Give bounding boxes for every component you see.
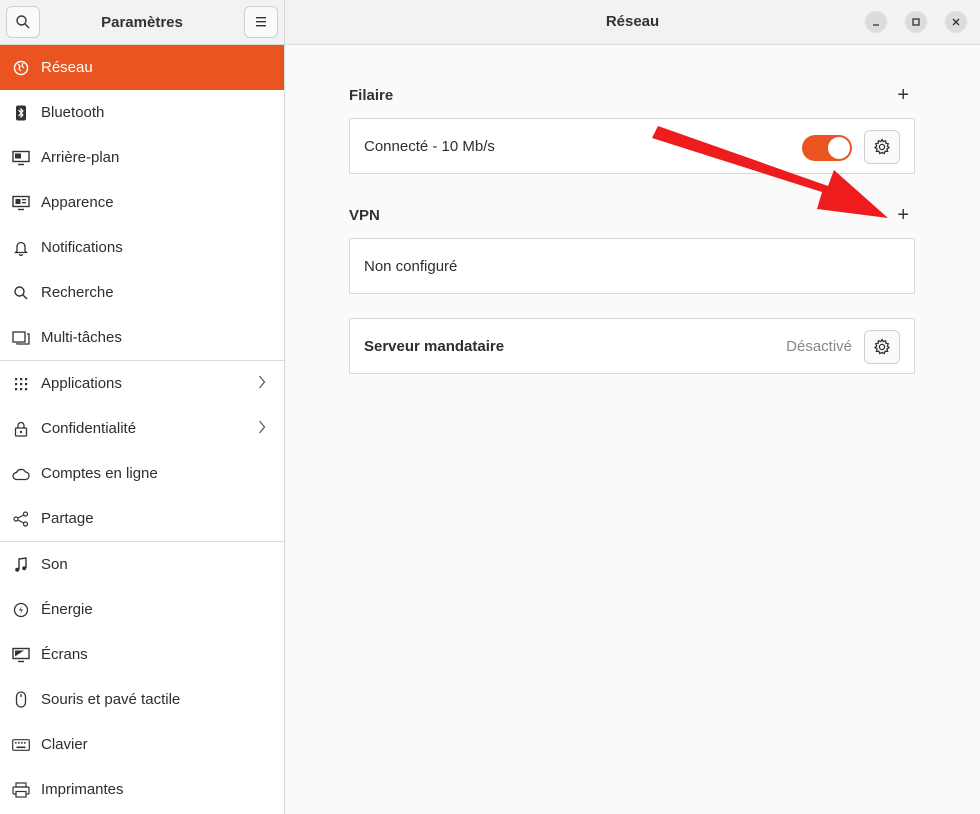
bell-icon: [12, 239, 30, 257]
sidebar-item-label: Arrière-plan: [41, 149, 120, 166]
sidebar-item-label: Écrans: [41, 646, 88, 663]
gear-icon: [873, 338, 891, 355]
proxy-status: Désactivé: [786, 338, 852, 355]
sidebar-item-label: Imprimantes: [41, 781, 124, 798]
hamburger-icon: [255, 17, 266, 27]
add-vpn-button[interactable]: +: [897, 205, 909, 225]
sidebar-item-apparence[interactable]: Apparence: [0, 180, 284, 225]
sidebar-item-label: Applications: [41, 375, 122, 392]
sidebar-item-label: Clavier: [41, 736, 88, 753]
monitor-icon: [12, 149, 30, 167]
wired-connection-label: Connecté - 10 Mb/s: [364, 137, 495, 155]
sidebar-item-confidentialite[interactable]: Confidentialité: [0, 406, 284, 451]
sidebar-item-label: Notifications: [41, 239, 123, 256]
minimize-icon: [873, 24, 879, 26]
sidebar-item-label: Comptes en ligne: [41, 465, 158, 482]
sidebar-item-label: Multi-tâches: [41, 329, 122, 346]
appearance-icon: [12, 194, 30, 212]
sidebar-item-multi-taches[interactable]: Multi-tâches: [0, 315, 284, 360]
minimize-button[interactable]: [865, 11, 887, 33]
sidebar-item-label: Bluetooth: [41, 104, 105, 121]
printer-icon: [12, 781, 30, 799]
vpn-row: Non configuré: [349, 238, 915, 294]
sidebar-item-son[interactable]: Son: [0, 542, 284, 587]
sidebar-item-label: Confidentialité: [41, 420, 137, 437]
sidebar-item-applications[interactable]: Applications: [0, 361, 284, 406]
close-button[interactable]: [945, 11, 967, 33]
sidebar-item-ecrans[interactable]: Écrans: [0, 632, 284, 677]
sidebar-item-bluetooth[interactable]: Bluetooth: [0, 90, 284, 135]
vpn-status-label: Non configuré: [364, 257, 458, 275]
power-icon: [12, 601, 30, 619]
maximize-button[interactable]: [905, 11, 927, 33]
sidebar-item-souris[interactable]: Souris et pavé tactile: [0, 677, 284, 722]
sidebar-item-arriere-plan[interactable]: Arrière-plan: [0, 135, 284, 180]
sidebar-item-label: Recherche: [41, 284, 114, 301]
sidebar-item-recherche[interactable]: Recherche: [0, 270, 284, 315]
wired-heading: Filaire: [349, 87, 394, 104]
search-button[interactable]: [6, 6, 40, 38]
bluetooth-icon: [12, 104, 30, 122]
sidebar: Paramètres Réseau Bluetooth Arrière-plan…: [0, 0, 285, 814]
cloud-icon: [12, 465, 30, 483]
sidebar-item-label: Partage: [41, 510, 94, 527]
lock-icon: [12, 420, 30, 438]
proxy-settings-button[interactable]: [864, 330, 900, 364]
chevron-right-icon: [258, 375, 266, 393]
mouse-icon: [12, 690, 30, 709]
annotation-arrow-icon: [652, 126, 888, 218]
menu-button[interactable]: [243, 6, 278, 38]
grid-icon: [12, 375, 30, 393]
sidebar-item-label: Son: [41, 556, 68, 573]
search-icon: [12, 284, 30, 302]
sidebar-item-label: Réseau: [41, 59, 93, 76]
sidebar-item-label: Énergie: [41, 601, 93, 618]
vpn-heading: VPN: [349, 207, 380, 224]
add-wired-button[interactable]: +: [897, 85, 909, 105]
sidebar-item-notifications[interactable]: Notifications: [0, 225, 284, 270]
sidebar-item-clavier[interactable]: Clavier: [0, 722, 284, 767]
sidebar-item-label: Souris et pavé tactile: [41, 691, 181, 708]
search-icon: [16, 15, 30, 29]
sidebar-item-imprimantes[interactable]: Imprimantes: [0, 767, 284, 812]
close-icon: [952, 18, 960, 26]
sidebar-item-energie[interactable]: Énergie: [0, 587, 284, 632]
sidebar-item-partage[interactable]: Partage: [0, 496, 284, 541]
sidebar-header: Paramètres: [0, 0, 284, 45]
proxy-label: Serveur mandataire: [364, 337, 505, 355]
music-note-icon: [12, 556, 30, 574]
header-bar: Réseau: [285, 0, 980, 45]
globe-icon: [12, 59, 30, 77]
multitask-icon: [12, 329, 30, 347]
keyboard-icon: [12, 736, 30, 754]
share-icon: [12, 510, 30, 528]
display-icon: [12, 646, 30, 664]
sidebar-title: Paramètres: [101, 13, 183, 31]
chevron-right-icon: [258, 420, 266, 438]
sidebar-item-comptes-en-ligne[interactable]: Comptes en ligne: [0, 451, 284, 496]
sidebar-item-reseau[interactable]: Réseau: [0, 45, 284, 90]
sidebar-item-label: Apparence: [41, 194, 114, 211]
maximize-icon: [912, 18, 920, 26]
proxy-row[interactable]: Serveur mandataire Désactivé: [349, 318, 915, 374]
